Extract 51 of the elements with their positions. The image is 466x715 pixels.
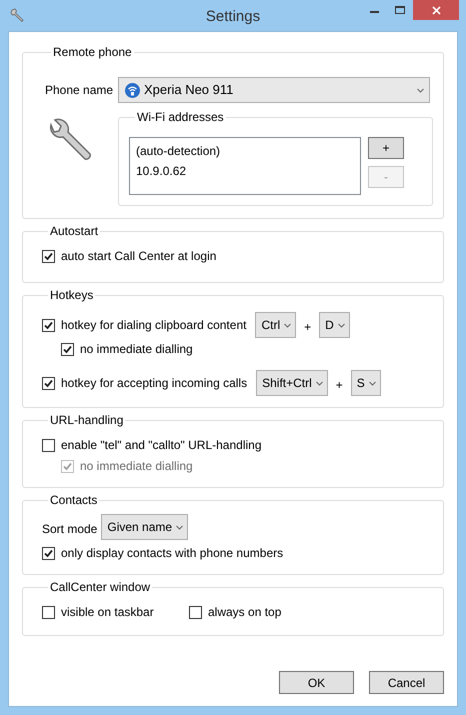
- checkbox[interactable]: [42, 250, 55, 262]
- checkbox-label: enable "tel" and "callto" URL-handling: [61, 437, 262, 454]
- checkbox-label: no immediate dialling: [80, 458, 193, 475]
- group-title: Wi-Fi addresses: [136, 109, 225, 125]
- list-item[interactable]: 10.9.0.62: [136, 163, 354, 179]
- list-item[interactable]: (auto-detection): [136, 143, 354, 159]
- checkbox-label: always on top: [208, 604, 282, 621]
- chevron-icon: [176, 524, 184, 530]
- chevron-icon: [316, 380, 323, 386]
- dialog-button[interactable]: OK: [279, 671, 354, 694]
- dropdown[interactable]: Shift+Ctrl: [256, 370, 328, 396]
- group-title: Contacts: [49, 492, 98, 508]
- checkbox[interactable]: [42, 438, 55, 452]
- chevron-icon: [417, 88, 424, 92]
- wrench-icon: [10, 8, 25, 23]
- checkbox[interactable]: [42, 376, 55, 390]
- field-label: Sort mode: [42, 520, 98, 538]
- phone-dropdown[interactable]: Xperia Neo 911: [118, 77, 430, 103]
- checkbox-label: no immediate dialling: [80, 341, 193, 358]
- chevron-icon: [338, 322, 345, 328]
- wifi-icon: [125, 82, 140, 98]
- group-title: CallCenter window: [49, 579, 152, 595]
- close-button[interactable]: [413, 0, 459, 20]
- close-icon: [432, 6, 440, 14]
- plus-sign: +: [336, 376, 343, 394]
- checkbox-label: only display contacts with phone numbers: [61, 545, 284, 562]
- checkbox[interactable]: [42, 606, 55, 618]
- checkbox-label: visible on taskbar: [61, 604, 154, 621]
- chevron-icon: [368, 380, 376, 386]
- dropdown[interactable]: Ctrl: [255, 312, 296, 338]
- dropdown[interactable]: Given name: [101, 514, 188, 540]
- group-title: Autostart: [49, 223, 100, 239]
- group-title: Hotkeys: [49, 287, 94, 303]
- checkbox-label: hotkey for accepting incoming calls: [61, 375, 248, 392]
- checkbox[interactable]: [61, 342, 74, 356]
- plus-sign: +: [304, 318, 312, 336]
- checkbox[interactable]: [42, 546, 55, 560]
- dropdown[interactable]: S: [350, 370, 381, 396]
- dropdown[interactable]: D: [319, 312, 350, 338]
- field-label: Phone name: [45, 82, 111, 99]
- group-title: URL-handling: [49, 412, 124, 428]
- window-title: Settings: [206, 7, 260, 27]
- checkbox[interactable]: [42, 318, 55, 332]
- group-title: Remote phone: [52, 44, 133, 60]
- checkbox[interactable]: [189, 606, 202, 618]
- checkbox-label: hotkey for dialing clipboard content: [61, 317, 246, 334]
- address-list[interactable]: (auto-detection) 10.9.0.62: [129, 137, 361, 195]
- add-button[interactable]: +: [368, 137, 404, 159]
- chevron-icon: [284, 322, 292, 328]
- dialog-button[interactable]: Cancel: [369, 671, 444, 694]
- checkbox-label: auto start Call Center at login: [61, 248, 216, 265]
